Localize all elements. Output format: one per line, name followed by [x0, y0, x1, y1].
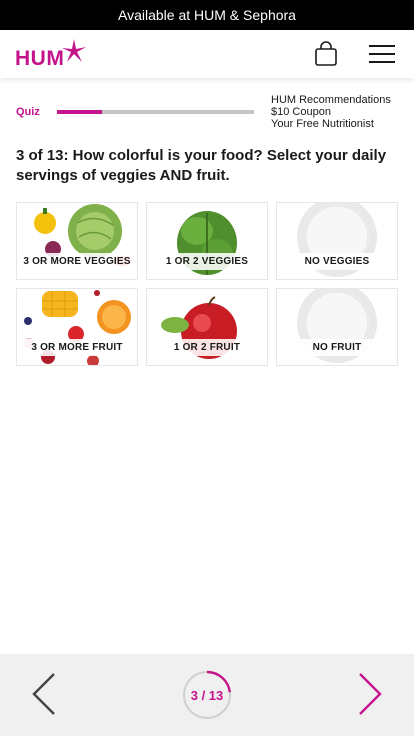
option-label: NO VEGGIES	[277, 253, 397, 270]
option-3-or-more-veggies[interactable]: 3 OR MORE VEGGIES	[16, 202, 138, 280]
option-label: 3 OR MORE FRUIT	[17, 339, 137, 356]
hum-logo[interactable]: HUM	[15, 36, 87, 72]
quiz-progress: Quiz HUM Recommendations $10 Coupon Your…	[16, 94, 400, 130]
option-1-or-2-fruit[interactable]: 1 OR 2 FRUIT	[146, 288, 268, 366]
option-label: 1 OR 2 FRUIT	[147, 339, 267, 356]
chevron-left-icon[interactable]	[30, 672, 58, 716]
promo-text: Available at HUM & Sephora	[118, 7, 296, 23]
perk-item: Your Free Nutritionist	[271, 118, 374, 130]
perk-item: $10 Coupon	[271, 106, 331, 118]
chevron-right-icon[interactable]	[356, 672, 384, 716]
sparkle-icon	[62, 39, 86, 62]
quiz-label: Quiz	[16, 106, 40, 118]
question-title: 3 of 13: How colorful is your food? Sele…	[16, 147, 387, 184]
option-no-fruit[interactable]: NO FRUIT	[276, 288, 398, 366]
option-1-or-2-veggies[interactable]: 1 OR 2 VEGGIES	[146, 202, 268, 280]
promo-banner: Available at HUM & Sephora	[0, 0, 414, 30]
progress-fill	[57, 110, 103, 114]
shopping-bag-icon[interactable]	[313, 41, 339, 67]
question-counter: 3 / 13	[190, 687, 224, 703]
option-no-veggies[interactable]: NO VEGGIES	[276, 202, 398, 280]
perk-item: HUM Recommendations	[271, 94, 391, 106]
option-label: 1 OR 2 VEGGIES	[147, 253, 267, 270]
progress-track	[57, 110, 254, 114]
quiz-footer-nav: 3 / 13	[0, 654, 414, 736]
perks-list: HUM Recommendations $10 Coupon Your Free…	[271, 94, 391, 130]
option-label: NO FRUIT	[277, 339, 397, 356]
logo-text: HUM	[15, 47, 65, 70]
option-3-or-more-fruit[interactable]: 3 OR MORE FRUIT	[16, 288, 138, 366]
hamburger-menu-icon[interactable]	[369, 43, 395, 65]
option-label: 3 OR MORE VEGGIES	[17, 253, 137, 270]
site-header: HUM	[0, 30, 414, 78]
